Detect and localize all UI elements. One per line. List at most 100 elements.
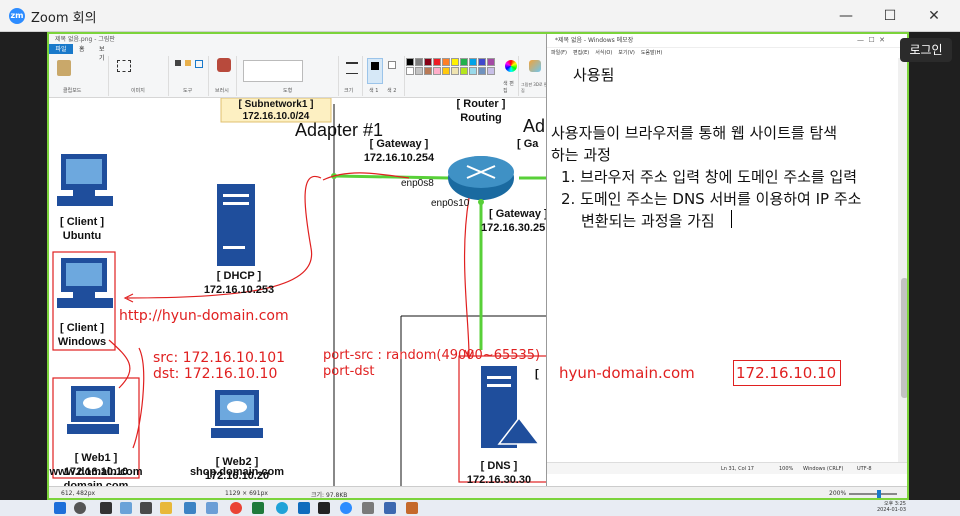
virtualbox-icon[interactable] <box>184 502 196 514</box>
shapes-gallery[interactable] <box>243 60 303 82</box>
web2-computer-icon <box>211 390 263 438</box>
cmd-icon[interactable] <box>318 502 330 514</box>
zoom-slider[interactable] <box>849 490 897 498</box>
url-annotation: http://hyun-domain.com <box>119 308 289 324</box>
paint-window-title: 제목 없음.png - 그림판 <box>55 36 115 43</box>
notepad-menu-item[interactable]: 서식(O) <box>595 50 612 56</box>
port-src-annotation: port-src : random(49000~65535) <box>323 348 541 363</box>
pencil-icon[interactable] <box>175 60 181 66</box>
minimize-button[interactable]: — <box>832 6 860 26</box>
paint-zoom-level: 200% <box>829 490 847 497</box>
task-view-icon[interactable] <box>100 502 112 514</box>
notepad-window-controls[interactable]: — ☐ ✕ <box>857 36 885 44</box>
windows-computer-icon <box>57 258 113 308</box>
group-clipboard: 클립보드 <box>51 56 109 96</box>
text-cursor <box>731 210 732 228</box>
select-icon[interactable] <box>117 60 131 72</box>
excel-icon[interactable] <box>252 502 264 514</box>
palette-swatch[interactable] <box>451 67 459 75</box>
notepad-menu-item[interactable]: 편집(E) <box>573 50 589 56</box>
chrome-icon[interactable] <box>230 502 242 514</box>
color-palette[interactable] <box>406 58 502 86</box>
notepad-menu-item[interactable]: 도움말(H) <box>641 50 662 56</box>
paste-icon[interactable] <box>57 60 71 76</box>
notepad-scrollbar[interactable] <box>898 58 907 462</box>
zoom-title-bar: zm Zoom 회의 — ☐ ✕ <box>0 0 960 32</box>
close-button[interactable]: ✕ <box>920 6 948 26</box>
client-ubuntu-label: [ Client ] <box>60 216 104 228</box>
notepad-title: *제목 없음 - Windows 메모장 <box>547 34 907 48</box>
web1-computer-icon <box>67 386 119 434</box>
maximize-button[interactable]: ☐ <box>876 6 904 26</box>
resolved-ip-annotation: 172.16.10.10 <box>736 364 837 382</box>
palette-swatch[interactable] <box>469 67 477 75</box>
selection-size: 1129 × 691px <box>225 490 268 497</box>
notepad-menu-bar: 파일(F) 편집(E) 서식(O) 보기(V) 도움말(H) <box>547 48 907 58</box>
scrollbar-thumb[interactable] <box>901 278 907 398</box>
palette-swatch[interactable] <box>460 58 468 66</box>
client-windows-label: [ Client ] <box>60 322 104 334</box>
palette-swatch[interactable] <box>487 67 495 75</box>
notepad-para1: 사용자들이 브라우저를 통해 웹 사이트를 탐색 <box>551 124 838 142</box>
palette-swatch[interactable] <box>415 67 423 75</box>
palette-swatch[interactable] <box>442 67 450 75</box>
palette-swatch[interactable] <box>433 67 441 75</box>
palette-swatch[interactable] <box>433 58 441 66</box>
notepad-taskbar-icon[interactable] <box>384 502 396 514</box>
edit-colors-icon[interactable] <box>505 60 517 72</box>
store-icon[interactable] <box>298 502 310 514</box>
text-icon[interactable] <box>195 60 203 68</box>
group-brushes: 브러시 <box>211 56 237 96</box>
palette-swatch[interactable] <box>487 58 495 66</box>
ubuntu-computer-icon <box>57 154 113 206</box>
port-dst-annotation: port-dst <box>323 364 375 379</box>
palette-swatch[interactable] <box>478 67 486 75</box>
fill-icon[interactable] <box>185 60 191 66</box>
paint3d-icon[interactable] <box>529 60 541 72</box>
zoom-window-title: Zoom 회의 <box>31 11 97 26</box>
gateway1-label: [ Gateway ] <box>369 138 429 150</box>
router-label: [ Router ] <box>456 98 506 110</box>
search-icon[interactable] <box>74 502 86 514</box>
notepad-menu-item[interactable]: 보기(V) <box>618 50 635 56</box>
tab-file[interactable]: 파일 <box>49 44 73 54</box>
group-color-select: 색 1 색 2 <box>365 56 405 96</box>
start-icon[interactable] <box>54 502 66 514</box>
login-button[interactable]: 로그인 <box>900 38 952 62</box>
terminal-icon[interactable] <box>140 502 152 514</box>
dhcp-server-icon <box>217 184 255 266</box>
group-image: 이미지 <box>111 56 169 96</box>
enp0s10-label: enp0s10 <box>431 198 470 209</box>
zoom-taskbar-icon[interactable] <box>340 502 352 514</box>
palette-swatch[interactable] <box>460 67 468 75</box>
brush-icon[interactable] <box>217 58 231 72</box>
edge-icon[interactable] <box>276 502 288 514</box>
dhcp-ip: 172.16.10.253 <box>203 284 275 296</box>
palette-swatch[interactable] <box>415 58 423 66</box>
palette-swatch[interactable] <box>478 58 486 66</box>
size-icon[interactable] <box>346 62 358 74</box>
palette-swatch[interactable] <box>451 58 459 66</box>
palette-swatch[interactable] <box>442 58 450 66</box>
misc-app-icon[interactable] <box>406 502 418 514</box>
tab-home[interactable]: 홈 <box>79 44 85 53</box>
palette-swatch[interactable] <box>406 67 414 75</box>
app-icon[interactable] <box>362 502 374 514</box>
file-explorer-icon[interactable] <box>160 502 172 514</box>
palette-swatch[interactable] <box>424 58 432 66</box>
color1-selector[interactable] <box>367 58 383 84</box>
palette-swatch[interactable] <box>424 67 432 75</box>
cursor-position: 612, 482px <box>61 490 96 497</box>
web2-domain: shop.domain.com <box>189 466 285 478</box>
notepad-window: *제목 없음 - Windows 메모장 — ☐ ✕ 파일(F) 편집(E) 서식(… <box>546 34 907 486</box>
color2-selector[interactable] <box>385 58 401 84</box>
palette-swatch[interactable] <box>406 58 414 66</box>
palette-swatch[interactable] <box>469 58 477 66</box>
paint-canvas[interactable]: [ Subnetwork1 ] 172.16.10.0/24 Adapter #… <box>49 98 549 492</box>
notepad-text-area[interactable]: 사용됨 사용자들이 브라우저를 통해 웹 사이트를 탐색 하는 과정 1. 브라… <box>547 58 899 462</box>
notepad-item2: 2. 도메인 주소는 DNS 서버를 이용하여 IP 주소 <box>561 190 862 208</box>
paint-icon[interactable] <box>206 502 218 514</box>
notepad-menu-item[interactable]: 파일(F) <box>551 50 567 56</box>
widgets-icon[interactable] <box>120 502 132 514</box>
group-paint3d: 그림판 3D로 편집 <box>521 56 549 96</box>
